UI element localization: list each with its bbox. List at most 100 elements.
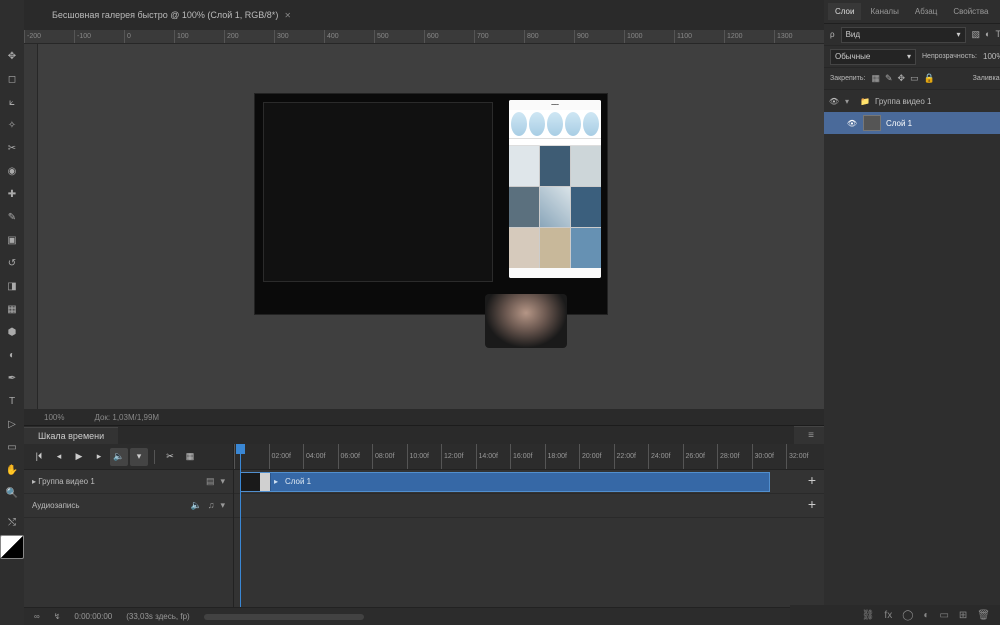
canvas-presenter-face xyxy=(485,294,567,348)
crop-tool[interactable]: ✂ xyxy=(2,138,22,158)
lock-all-icon[interactable]: 🔒 xyxy=(924,73,935,84)
loop-icon[interactable]: ∞ xyxy=(34,612,40,621)
lock-artboard-icon[interactable]: ▭ xyxy=(910,73,919,84)
status-bar: 100% Док: 1,03M/1,99M xyxy=(24,409,824,425)
timeline-zoom-slider[interactable] xyxy=(204,614,364,620)
opacity-label: Непрозрачность: xyxy=(922,53,977,60)
path-tool[interactable]: ▷ xyxy=(2,414,22,434)
hand-tool[interactable]: ✋ xyxy=(2,460,22,480)
timeline-tab[interactable]: Шкала времени xyxy=(24,427,118,444)
opacity-value[interactable]: 100% xyxy=(983,52,1000,61)
type-tool[interactable]: T xyxy=(2,391,22,411)
next-frame-button[interactable]: ▸ xyxy=(90,448,108,466)
zoom-level[interactable]: 100% xyxy=(44,413,64,422)
close-tab-icon[interactable]: ✕ xyxy=(284,11,291,20)
pen-tool[interactable]: ✒ xyxy=(2,368,22,388)
filmstrip-icon[interactable]: ▤ xyxy=(206,476,215,487)
layers-panel: Слои Каналы Абзац Свойства История Корре… xyxy=(824,0,1000,625)
ruler-horizontal: -200-10001002003004005006007008009001000… xyxy=(24,30,824,44)
document-tabs: Бесшовная галерея быстро @ 100% (Слой 1,… xyxy=(24,0,824,30)
clip-expand-icon[interactable]: ▸ xyxy=(271,477,281,486)
history-brush-tool[interactable]: ↺ xyxy=(2,253,22,273)
zoom-tool[interactable]: 🔍 xyxy=(2,483,22,503)
layer-filter-dropdown[interactable]: Вид▾ xyxy=(841,27,966,43)
adjustment-icon[interactable]: ◐ xyxy=(923,610,929,621)
canvas[interactable]: ━━━ xyxy=(255,94,607,314)
timecode[interactable]: 0:00:00:00 xyxy=(74,612,112,621)
delete-layer-icon[interactable]: 🗑 xyxy=(977,610,990,621)
visibility-toggle-icon[interactable]: 👁 xyxy=(828,97,840,106)
fx-icon[interactable]: fx xyxy=(884,610,892,621)
video-track-header[interactable]: ▸ Группа видео 1 ▤▾ xyxy=(24,470,233,494)
brush-tool[interactable]: ✎ xyxy=(2,207,22,227)
lasso-tool[interactable]: ⟀ xyxy=(2,92,22,112)
settings-dropdown[interactable]: ▾ xyxy=(130,448,148,466)
lock-brush-icon[interactable]: ✎ xyxy=(885,73,893,84)
panel-tabs: Слои Каналы Абзац Свойства История Корре… xyxy=(824,0,1000,24)
audio-track-header[interactable]: Аудиозапись 🔈♫▾ xyxy=(24,494,233,518)
tab-channels[interactable]: Каналы xyxy=(863,3,905,20)
ruler-vertical xyxy=(24,44,38,409)
track-menu-icon[interactable]: ▾ xyxy=(220,476,225,487)
timeline-menu-icon[interactable]: ≡ xyxy=(794,426,824,444)
music-icon[interactable]: ♫ xyxy=(208,500,215,511)
audio-track-menu-icon[interactable]: ▾ xyxy=(220,500,225,511)
canvas-area[interactable]: ━━━ xyxy=(38,44,824,409)
tab-layers[interactable]: Слои xyxy=(828,3,861,20)
blur-tool[interactable]: ⬢ xyxy=(2,322,22,342)
blend-mode-dropdown[interactable]: Обычные▾ xyxy=(830,49,916,65)
move-tool[interactable]: ✥ xyxy=(2,46,22,66)
layer-item[interactable]: 👁 Слой 1 xyxy=(824,112,1000,134)
group-name: Группа видео 1 xyxy=(875,97,932,106)
lock-label: Закрепить: xyxy=(830,75,865,82)
frames-info: (33,03s здесь, fр) xyxy=(126,612,189,621)
playhead[interactable] xyxy=(240,444,241,607)
layer-thumbnail[interactable] xyxy=(863,115,881,131)
add-audio-button[interactable]: + xyxy=(808,496,816,512)
lock-pixels-icon[interactable]: ▦ xyxy=(871,73,880,84)
gradient-tool[interactable]: ▦ xyxy=(2,299,22,319)
timeline-footer: ∞ ↯ 0:00:00:00 (33,03s здесь, fр) xyxy=(24,607,824,625)
video-clip[interactable]: ▸ Слой 1 xyxy=(240,472,770,492)
marquee-tool[interactable]: ◻ xyxy=(2,69,22,89)
eraser-tool[interactable]: ◨ xyxy=(2,276,22,296)
tab-properties[interactable]: Свойства xyxy=(946,3,995,20)
dodge-tool[interactable]: ◐ xyxy=(2,345,22,365)
link-layers-icon[interactable]: ⛓ xyxy=(862,610,875,621)
prev-frame-button[interactable]: ◂ xyxy=(50,448,68,466)
canvas-embedded-editor xyxy=(263,102,493,282)
audio-mute-icon[interactable]: 🔈 xyxy=(191,500,202,511)
transition-button[interactable]: ▦ xyxy=(181,448,199,466)
play-button[interactable]: ▶ xyxy=(70,448,88,466)
group-icon[interactable]: ▭ xyxy=(939,610,948,621)
wand-tool[interactable]: ✧ xyxy=(2,115,22,135)
color-swatch[interactable] xyxy=(0,535,24,559)
fill-label: Заливка: xyxy=(973,75,1000,82)
timeline-ruler[interactable]: 02:00f04:00f06:00f08:00f10:00f12:00f14:0… xyxy=(234,444,824,470)
mute-button[interactable]: 🔈 xyxy=(110,448,128,466)
filter-type-icon[interactable]: T xyxy=(995,29,1000,40)
filter-adjust-icon[interactable]: ◐ xyxy=(985,29,990,40)
swap-colors-icon[interactable]: ⤭ xyxy=(2,512,22,532)
layer-group[interactable]: 👁 ▾ 📁 Группа видео 1 xyxy=(824,90,1000,112)
render-icon[interactable]: ↯ xyxy=(54,612,61,621)
mask-icon[interactable]: ◯ xyxy=(902,610,913,621)
heal-tool[interactable]: ✚ xyxy=(2,184,22,204)
collapse-icon[interactable]: ▾ xyxy=(845,97,855,106)
lock-position-icon[interactable]: ✥ xyxy=(898,73,906,84)
eyedropper-tool[interactable]: ◉ xyxy=(2,161,22,181)
canvas-phone-mockup: ━━━ xyxy=(509,100,601,278)
layer-panel-footer: ⛓ fx ◯ ◐ ▭ ⊞ 🗑 xyxy=(790,605,1000,625)
split-clip-button[interactable]: ✂ xyxy=(161,448,179,466)
visibility-toggle-icon[interactable]: 👁 xyxy=(846,119,858,128)
tab-paragraph[interactable]: Абзац xyxy=(908,3,944,20)
goto-first-frame-button[interactable]: |⏴ xyxy=(30,448,48,466)
shape-tool[interactable]: ▭ xyxy=(2,437,22,457)
new-layer-icon[interactable]: ⊞ xyxy=(959,610,967,621)
stamp-tool[interactable]: ▣ xyxy=(2,230,22,250)
clip-label: Слой 1 xyxy=(281,477,311,486)
document-tab[interactable]: Бесшовная галерея быстро @ 100% (Слой 1,… xyxy=(42,3,301,27)
add-media-button[interactable]: + xyxy=(808,472,816,488)
clip-thumbnail xyxy=(241,473,271,491)
filter-image-icon[interactable]: ▧ xyxy=(972,29,981,40)
